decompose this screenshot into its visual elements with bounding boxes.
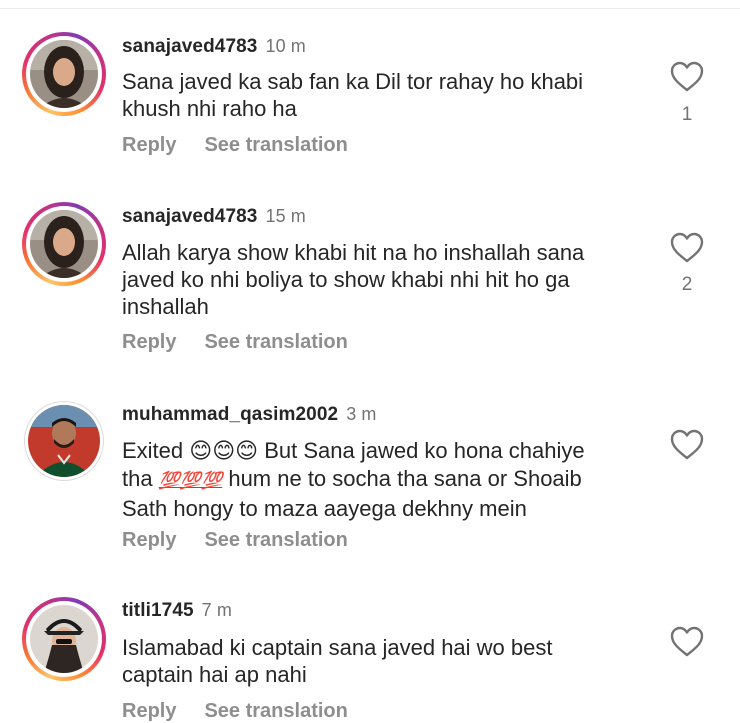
reply-button[interactable]: Reply xyxy=(122,134,176,157)
see-translation-button[interactable]: See translation xyxy=(204,529,347,552)
comment-time: 3 m xyxy=(346,404,377,424)
avatar xyxy=(28,405,100,477)
avatar xyxy=(30,40,98,108)
comment-text: Islamabad ki captain sana javed hai wo b… xyxy=(122,635,553,687)
comment-username[interactable]: sanajaved4783 10 m xyxy=(122,36,306,58)
avatar xyxy=(30,605,98,673)
avatar xyxy=(30,210,98,278)
top-divider xyxy=(0,8,740,9)
comment-username[interactable]: sanajaved4783 15 m xyxy=(122,206,306,228)
comment-text: Allah karya show khabi hit na ho inshall… xyxy=(122,240,585,319)
heart-outline-icon[interactable] xyxy=(670,626,704,658)
comment-text: Exited 😊😊😊 But Sana jawed ko hona chahiy… xyxy=(122,438,585,521)
see-translation-button[interactable]: See translation xyxy=(204,134,347,157)
comment-actions: Reply See translation xyxy=(122,134,376,157)
heart-outline-icon[interactable] xyxy=(670,429,704,461)
comment-text: Sana javed ka sab fan ka Dil tor rahay h… xyxy=(122,69,584,121)
avatar-ring[interactable] xyxy=(24,401,104,481)
see-translation-button[interactable]: See translation xyxy=(204,331,347,354)
comment-time: 10 m xyxy=(265,36,306,56)
comment-time: 15 m xyxy=(265,206,306,226)
emoji-hundred: 💯💯💯 xyxy=(158,471,223,491)
reply-button[interactable]: Reply xyxy=(122,331,176,354)
reply-button[interactable]: Reply xyxy=(122,529,176,552)
emoji-smile: 😊😊😊 xyxy=(189,439,259,464)
comment-actions: Reply See translation xyxy=(122,529,376,552)
heart-outline-icon[interactable] xyxy=(670,232,704,264)
reply-button[interactable]: Reply xyxy=(122,700,176,723)
avatar-story-ring[interactable] xyxy=(22,597,106,681)
like-count: 1 xyxy=(681,104,693,125)
avatar-story-ring[interactable] xyxy=(22,32,106,116)
heart-outline-icon[interactable] xyxy=(670,61,704,93)
avatar-story-ring[interactable] xyxy=(22,202,106,286)
like-count: 2 xyxy=(681,274,693,295)
comment-time: 7 m xyxy=(201,600,232,620)
comment-username[interactable]: muhammad_qasim2002 3 m xyxy=(122,404,377,426)
comment-actions: Reply See translation xyxy=(122,700,376,723)
comment-username[interactable]: titli1745 7 m xyxy=(122,600,232,622)
comment-actions: Reply See translation xyxy=(122,331,376,354)
see-translation-button[interactable]: See translation xyxy=(204,700,347,723)
